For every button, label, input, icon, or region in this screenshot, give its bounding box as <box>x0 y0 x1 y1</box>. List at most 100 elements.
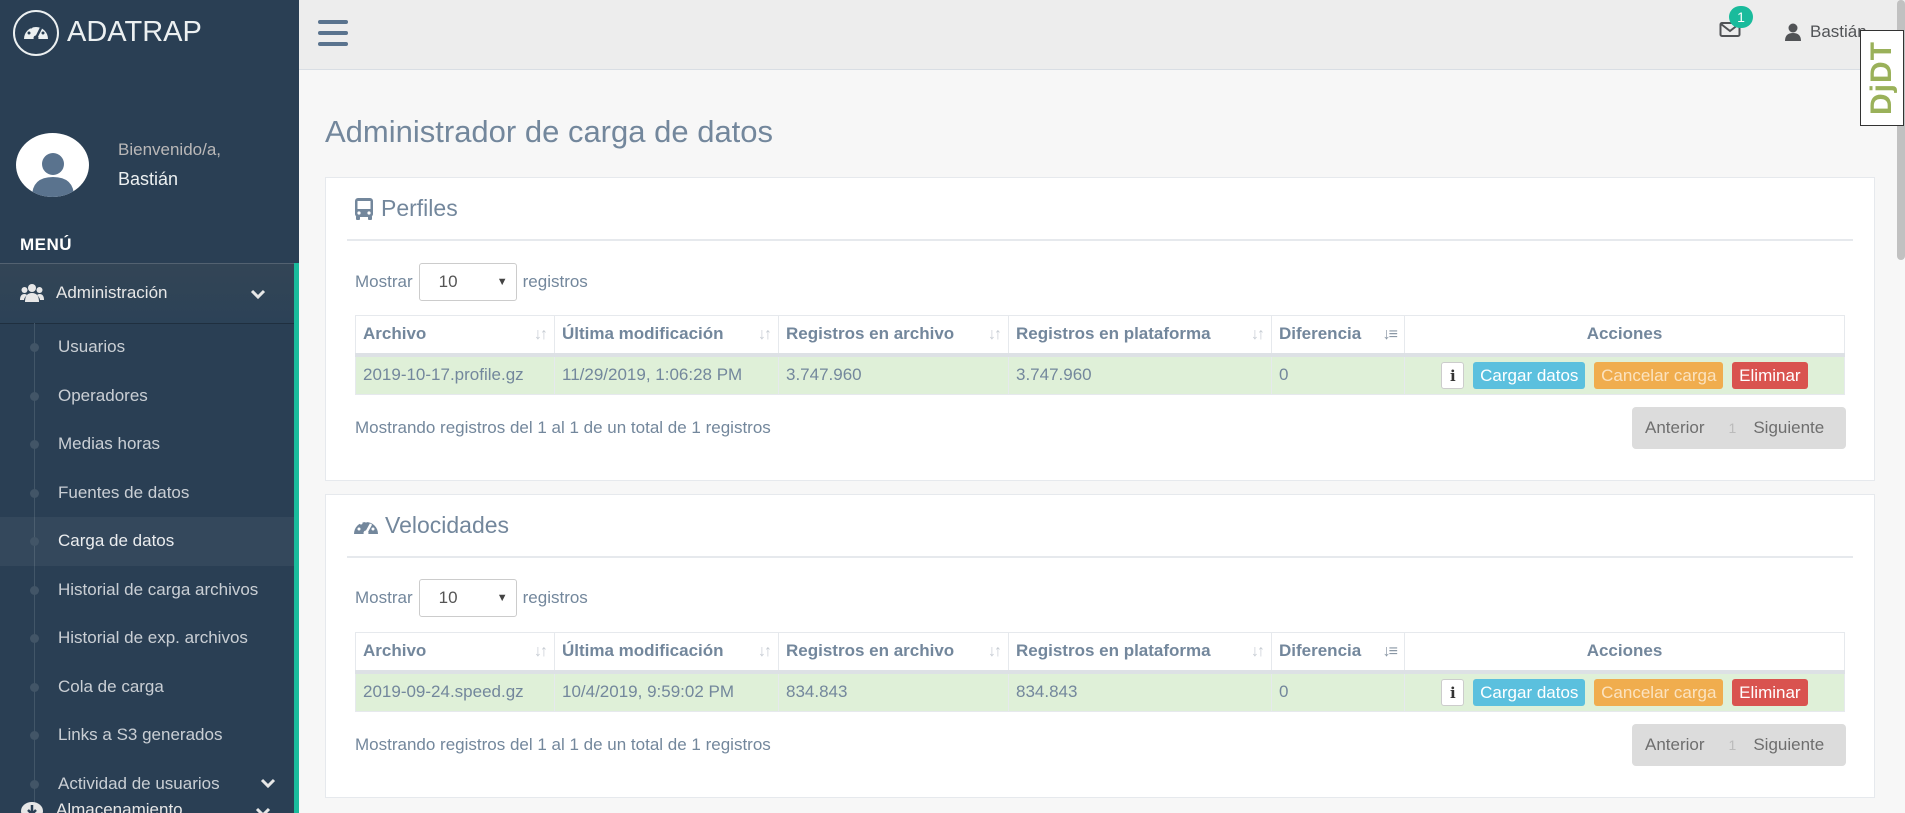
length-control: Mostrar 10 ▼ registros <box>355 263 588 301</box>
brand[interactable]: ADATRAP <box>0 0 299 65</box>
user-icon <box>1785 23 1801 41</box>
column-header-registros-plataforma[interactable]: Registros en plataforma ↓↑ <box>1008 315 1272 357</box>
page-number[interactable]: 1 <box>1729 420 1737 436</box>
sort-icon: ↓↑ <box>758 643 772 660</box>
sidebar-item-medias-horas[interactable]: Medias horas <box>0 420 294 469</box>
column-header-modificacion[interactable]: Última modificación ↓↑ <box>554 632 779 674</box>
bus-icon <box>353 197 375 221</box>
sort-icon: ↓↑ <box>1251 326 1265 343</box>
cancel-load-button[interactable]: Cancelar carga <box>1594 361 1724 389</box>
delete-button[interactable]: Eliminar <box>1732 361 1808 389</box>
panel-header: Velocidades <box>347 495 1853 558</box>
dashboard-icon <box>13 9 59 56</box>
menu-toggle-icon[interactable] <box>318 20 348 46</box>
sort-icon: ↓↑ <box>534 326 548 343</box>
sidebar-item-label: Actividad de usuarios <box>58 773 220 793</box>
caret-down-icon: ▼ <box>496 592 508 604</box>
prev-button[interactable]: Anterior <box>1632 735 1705 755</box>
cancel-load-button[interactable]: Cancelar carga <box>1594 678 1724 706</box>
cell-records-file: 3.747.960 <box>778 354 1009 395</box>
user-menu[interactable]: Bastián <box>1785 22 1867 42</box>
column-header-registros-archivo[interactable]: Registros en archivo ↓↑ <box>778 315 1009 357</box>
cell-file: 2019-09-24.speed.gz <box>355 671 555 712</box>
next-button[interactable]: Siguiente <box>1753 735 1824 755</box>
panel-velocidades: Velocidades Mostrar 10 ▼ registros Archi… <box>325 494 1875 798</box>
sidebar-item-operadores[interactable]: Operadores <box>0 372 294 421</box>
sidebar-item-carga-de-datos[interactable]: Carga de datos <box>0 517 294 566</box>
column-header-modificacion[interactable]: Última modificación ↓↑ <box>554 315 779 357</box>
table-row: 2019-09-24.speed.gz 10/4/2019, 9:59:02 P… <box>355 671 1845 712</box>
table-info: Mostrando registros del 1 al 1 de un tot… <box>355 735 771 754</box>
info-icon-button[interactable]: i <box>1441 678 1465 706</box>
sidebar-item-historial-exp-archivos[interactable]: Historial de exp. archivos <box>0 614 294 663</box>
delete-button[interactable]: Eliminar <box>1732 678 1808 706</box>
cell-difference: 0 <box>1271 354 1405 395</box>
sidebar-item-cola-de-carga[interactable]: Cola de carga <box>0 663 294 712</box>
table-info: Mostrando registros del 1 al 1 de un tot… <box>355 418 771 437</box>
page-length-select[interactable]: 10 ▼ <box>418 263 517 301</box>
brand-name: ADATRAP <box>67 16 202 48</box>
show-label: Mostrar <box>355 588 413 607</box>
avatar <box>16 133 89 197</box>
sort-icon: ↓↑ <box>758 326 772 343</box>
column-header-registros-plataforma[interactable]: Registros en plataforma ↓↑ <box>1008 632 1272 674</box>
welcome-text: Bienvenido/a, <box>118 140 222 159</box>
user-name: Bastián <box>1810 22 1867 41</box>
page-length-select[interactable]: 10 ▼ <box>418 579 517 617</box>
sidebar-item-administracion[interactable]: Administración <box>0 263 299 323</box>
column-header-diferencia[interactable]: Diferencia ↓≡ <box>1271 632 1405 674</box>
sidebar-item-almacenamiento[interactable]: Almacenamiento <box>0 795 299 813</box>
cell-actions: i Cargar datos Cancelar carga Eliminar <box>1404 671 1845 712</box>
cell-modified: 10/4/2019, 9:59:02 PM <box>554 671 779 712</box>
pagination: Anterior 1 Siguiente <box>1632 407 1846 449</box>
top-navbar: 1 Bastián <box>299 0 1905 260</box>
sidebar-item-label: Administración <box>56 283 168 302</box>
caret-down-icon: ▼ <box>496 276 508 288</box>
load-data-button[interactable]: Cargar datos <box>1473 678 1586 706</box>
column-header-archivo[interactable]: Archivo ↓↑ <box>355 315 555 357</box>
user-avatar-icon <box>31 153 74 197</box>
dashboard-icon <box>353 516 379 536</box>
select-value: 10 <box>438 272 458 291</box>
length-control: Mostrar 10 ▼ registros <box>355 579 588 617</box>
sidebar-item-label: Almacenamiento <box>56 800 183 813</box>
admin-submenu: Usuarios Operadores Medias horas Fuentes… <box>0 323 299 813</box>
info-icon-button[interactable]: i <box>1441 361 1465 389</box>
sort-icon: ↓↑ <box>534 643 548 660</box>
sidebar-item-historial-carga-archivos[interactable]: Historial de carga archivos <box>0 566 294 615</box>
next-button[interactable]: Siguiente <box>1753 418 1824 438</box>
notification-badge: 1 <box>1729 6 1753 28</box>
records-label: registros <box>522 272 588 291</box>
sidebar-item-links-s3[interactable]: Links a S3 generados <box>0 711 294 760</box>
sort-icon: ↓↑ <box>1251 643 1265 660</box>
sidebar: ADATRAP Bienvenido/a, Bastián MENÚ Admin… <box>0 0 299 813</box>
column-header-diferencia[interactable]: Diferencia ↓≡ <box>1271 315 1405 357</box>
prev-button[interactable]: Anterior <box>1632 418 1705 438</box>
load-data-button[interactable]: Cargar datos <box>1473 361 1586 389</box>
sort-desc-icon: ↓≡ <box>1382 643 1398 660</box>
debug-toolbar-logo: DjDT <box>1865 41 1898 115</box>
cell-difference: 0 <box>1271 671 1405 712</box>
column-header-registros-archivo[interactable]: Registros en archivo ↓↑ <box>778 632 1009 674</box>
page-title: Administrador de carga de datos <box>325 114 774 149</box>
sort-icon: ↓↑ <box>988 326 1002 343</box>
debug-toolbar-toggle[interactable]: DjDT <box>1860 30 1904 126</box>
records-label: registros <box>522 588 588 607</box>
profile: Bienvenido/a, Bastián <box>0 65 299 235</box>
show-label: Mostrar <box>355 272 413 291</box>
download-icon <box>20 800 44 813</box>
cell-records-platform: 834.843 <box>1008 671 1272 712</box>
column-header-acciones: Acciones <box>1404 632 1845 674</box>
data-table: Archivo ↓↑ Última modificación ↓↑ Registro… <box>355 315 1845 395</box>
page-number[interactable]: 1 <box>1729 737 1737 753</box>
cell-records-platform: 3.747.960 <box>1008 354 1272 395</box>
table-row: 2019-10-17.profile.gz 11/29/2019, 1:06:2… <box>355 354 1845 395</box>
sidebar-item-usuarios[interactable]: Usuarios <box>0 323 294 372</box>
column-header-archivo[interactable]: Archivo ↓↑ <box>355 632 555 674</box>
cell-actions: i Cargar datos Cancelar carga Eliminar <box>1404 354 1845 395</box>
chevron-down-icon <box>250 285 266 305</box>
column-header-acciones: Acciones <box>1404 315 1845 357</box>
sort-icon: ↓↑ <box>988 643 1002 660</box>
cell-records-file: 834.843 <box>778 671 1009 712</box>
sidebar-item-fuentes-de-datos[interactable]: Fuentes de datos <box>0 469 294 518</box>
